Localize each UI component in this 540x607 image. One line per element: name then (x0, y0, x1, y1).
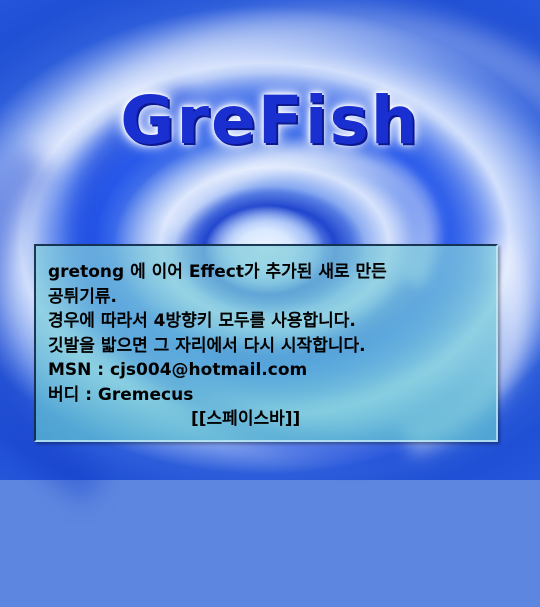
info-text: gretong 에 이어 Effect가 추가된 새로 만든 공튀기류. 경우에… (48, 260, 488, 432)
info-line-controls: 경우에 따라서 4방향키 모두를 사용합니다. (48, 311, 356, 331)
info-panel: gretong 에 이어 Effect가 추가된 새로 만든 공튀기류. 경우에… (34, 244, 498, 442)
info-line-buddy: 버디 : Gremecus (48, 384, 194, 405)
info-line-msn: MSN : cjs004@hotmail.com (48, 360, 308, 380)
game-title: GreFish (120, 82, 420, 159)
info-line-description: gretong 에 이어 Effect가 추가된 새로 만든 (48, 262, 387, 282)
start-prompt[interactable]: [[스페이스바]] (48, 407, 488, 432)
info-line-checkpoint: 깃발을 밟으면 그 자리에서 다시 시작합니다. (48, 335, 366, 356)
info-line-genre: 공튀기류. (48, 286, 118, 307)
